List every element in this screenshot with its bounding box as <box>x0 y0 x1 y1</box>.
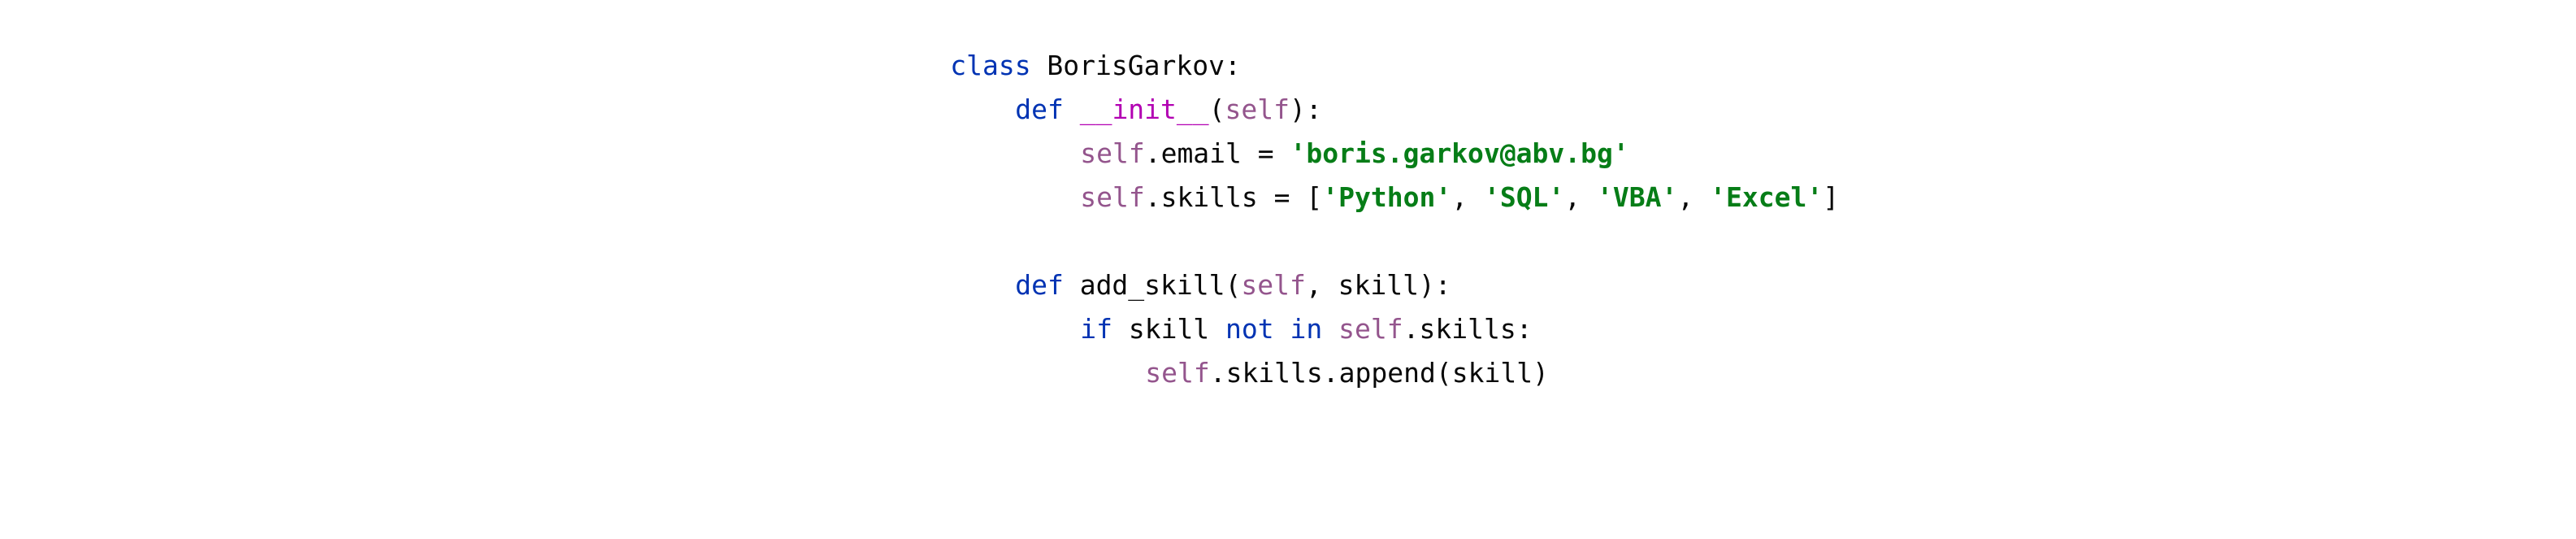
code-block: class BorisGarkov: def __init__(self): s… <box>853 0 1839 539</box>
self-ref: self <box>1145 357 1210 389</box>
code-line-6: def add_skill(self, skill): <box>1015 269 1451 301</box>
code-line-8: self.skills.append(skill) <box>1145 357 1549 389</box>
code-line-4: self.skills = ['Python', 'SQL', 'VBA', '… <box>1080 181 1840 213</box>
skill-string-vba: 'VBA' <box>1597 181 1678 213</box>
code-line-1: class BorisGarkov: <box>853 0 1241 81</box>
code-line-7: if skill not in self.skills: <box>1080 313 1533 345</box>
code-line-3: self.email = 'boris.garkov@abv.bg' <box>1080 137 1629 169</box>
self-ref: self <box>1080 181 1145 213</box>
code-editor[interactable]: class BorisGarkov: def __init__(self): s… <box>0 0 2576 389</box>
skill-string-excel: 'Excel' <box>1710 181 1824 213</box>
code-line-2: def __init__(self): <box>1015 93 1322 125</box>
skill-string-sql: 'SQL' <box>1483 181 1565 213</box>
skill-string-python: 'Python' <box>1322 181 1452 213</box>
